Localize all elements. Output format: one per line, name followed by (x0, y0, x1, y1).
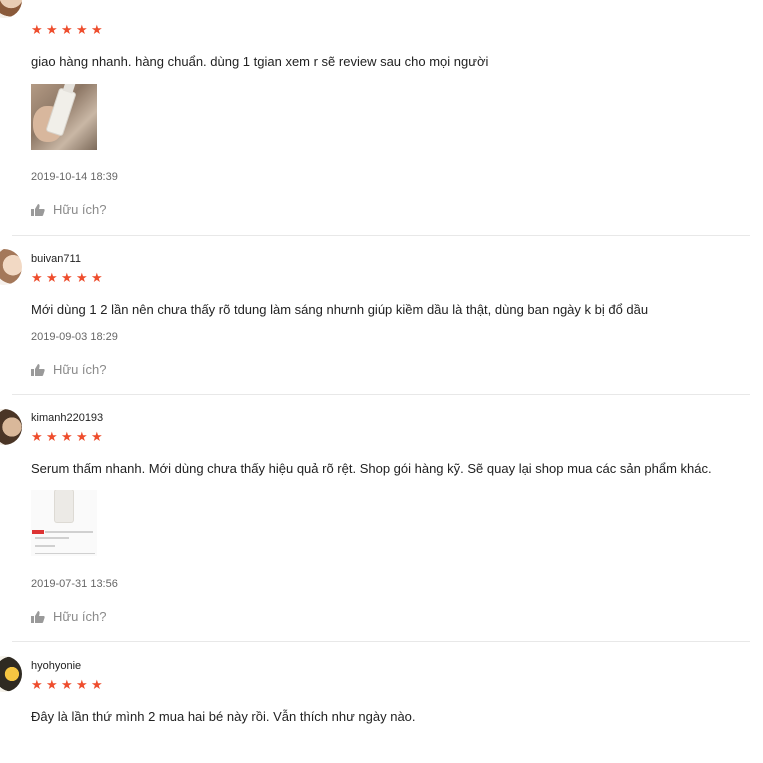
thumbs-up-icon (31, 203, 45, 216)
review-username[interactable]: hyohyonie (31, 660, 81, 672)
star-icon: ★ (61, 677, 73, 692)
star-icon: ★ (46, 677, 58, 692)
rating-stars: ★ ★ ★ ★ ★ (31, 22, 103, 38)
review-photo[interactable] (31, 84, 97, 150)
thumbs-up-icon (31, 610, 45, 623)
rating-stars: ★ ★ ★ ★ ★ (31, 677, 103, 693)
helpful-label: Hữu ích? (53, 202, 107, 217)
star-icon: ★ (61, 22, 73, 37)
star-icon: ★ (76, 270, 88, 285)
review-photo[interactable] (31, 490, 97, 556)
star-icon: ★ (91, 677, 103, 692)
star-icon: ★ (61, 270, 73, 285)
user-avatar[interactable] (0, 249, 22, 285)
review-comment: Serum thấm nhanh. Mới dùng chưa thấy hiệ… (31, 461, 712, 476)
review-divider (12, 394, 750, 395)
thumbs-up-icon (31, 363, 45, 376)
review-date: 2019-07-31 13:56 (31, 578, 118, 590)
star-icon: ★ (76, 22, 88, 37)
star-icon: ★ (91, 429, 103, 444)
star-icon: ★ (76, 429, 88, 444)
review-comment: giao hàng nhanh. hàng chuẩn. dùng 1 tgia… (31, 54, 489, 69)
star-icon: ★ (46, 270, 58, 285)
review-divider (12, 235, 750, 236)
helpful-button[interactable]: Hữu ích? (31, 609, 107, 624)
star-icon: ★ (91, 270, 103, 285)
review-date: 2019-10-14 18:39 (31, 171, 118, 183)
helpful-label: Hữu ích? (53, 609, 107, 624)
user-avatar[interactable] (0, 0, 22, 18)
review-username[interactable]: buivan711 (31, 253, 81, 265)
helpful-button[interactable]: Hữu ích? (31, 202, 107, 217)
star-icon: ★ (31, 677, 43, 692)
star-icon: ★ (31, 22, 43, 37)
star-icon: ★ (46, 22, 58, 37)
review-date: 2019-09-03 18:29 (31, 331, 118, 343)
star-icon: ★ (61, 429, 73, 444)
user-avatar[interactable] (0, 409, 22, 445)
review-comment: Đây là lần thứ mình 2 mua hai bé này rồi… (31, 709, 416, 724)
star-icon: ★ (76, 677, 88, 692)
rating-stars: ★ ★ ★ ★ ★ (31, 429, 103, 445)
helpful-label: Hữu ích? (53, 362, 107, 377)
helpful-button[interactable]: Hữu ích? (31, 362, 107, 377)
user-avatar[interactable] (0, 656, 22, 692)
review-username[interactable]: kimanh220193 (31, 412, 103, 424)
star-icon: ★ (31, 429, 43, 444)
rating-stars: ★ ★ ★ ★ ★ (31, 270, 103, 286)
star-icon: ★ (46, 429, 58, 444)
star-icon: ★ (91, 22, 103, 37)
review-comment: Mới dùng 1 2 lần nên chưa thấy rõ tdung … (31, 302, 649, 317)
star-icon: ★ (31, 270, 43, 285)
review-divider (12, 641, 750, 642)
